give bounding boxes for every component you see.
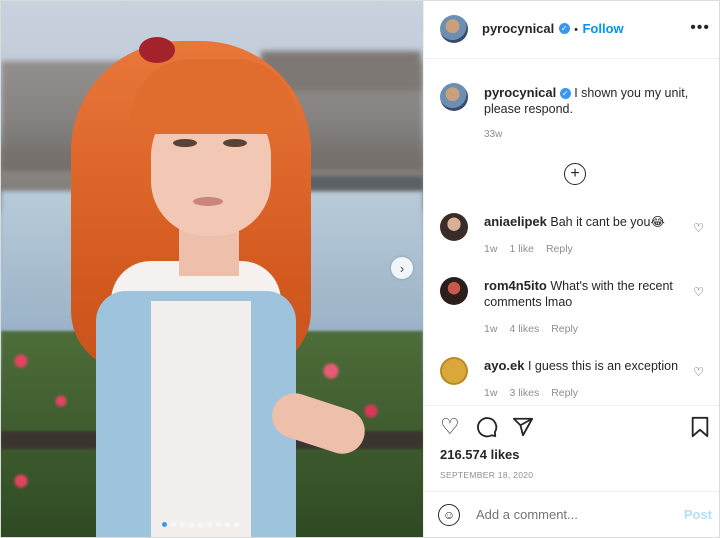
carousel-next-button[interactable]: ›	[391, 257, 413, 279]
verified-badge-icon: ✓	[558, 23, 570, 35]
photo-person-eye-left	[173, 139, 197, 147]
comment-button[interactable]	[476, 416, 498, 442]
commenter-avatar[interactable]	[440, 357, 468, 385]
like-button[interactable]: ♡	[440, 416, 460, 438]
comment-meta: 1w 1 like Reply	[484, 243, 573, 255]
carousel-dot	[207, 522, 212, 527]
more-options-icon: •••	[690, 19, 710, 36]
heart-icon: ♡	[693, 221, 704, 235]
carousel-dot	[225, 522, 230, 527]
add-comment-bar: ☺ Post	[424, 491, 719, 537]
commenter-avatar[interactable]	[440, 277, 468, 305]
comment-likes[interactable]: 3 likes	[509, 387, 539, 399]
post-comment-button[interactable]: Post	[684, 507, 712, 522]
comment-username[interactable]: rom4n5ito	[484, 278, 547, 293]
comment-meta: 1w 4 likes Reply	[484, 323, 578, 335]
photo-person-eye-right	[223, 139, 247, 147]
smiley-icon: ☺	[442, 508, 456, 522]
comment-likes[interactable]: 4 likes	[509, 323, 539, 335]
bookmark-icon	[691, 416, 709, 438]
comment-like-button[interactable]: ♡	[693, 221, 704, 235]
post-actions: ♡ 216.574 likes SEPTEMBER 18, 2020	[424, 405, 719, 480]
author-avatar[interactable]	[440, 15, 468, 43]
comment-reply-button[interactable]: Reply	[546, 243, 573, 255]
instagram-post: › pyrocynical ✓ • Follow ••• pyrocynical…	[0, 0, 720, 538]
heart-icon: ♡	[440, 414, 460, 439]
share-button[interactable]	[512, 416, 534, 442]
comment-time: 1w	[484, 323, 498, 335]
comment-body: I guess this is an exception	[527, 359, 679, 373]
heart-icon: ♡	[693, 365, 704, 379]
save-button[interactable]	[690, 416, 710, 442]
comment-like-button[interactable]: ♡	[693, 365, 704, 379]
comment-reply-button[interactable]: Reply	[551, 387, 578, 399]
comment-icon	[477, 417, 498, 438]
photo-person-hair-bow	[139, 37, 175, 63]
load-more-comments-button[interactable]: +	[564, 163, 586, 185]
comment-time: 1w	[484, 243, 498, 255]
comment-username[interactable]: aniaelipek	[484, 214, 547, 229]
carousel-dot	[180, 522, 185, 527]
post-date: SEPTEMBER 18, 2020	[440, 470, 534, 480]
comment-text: ayo.ek I guess this is an exception	[484, 358, 684, 374]
more-options-button[interactable]: •••	[690, 19, 710, 37]
carousel-dot	[162, 522, 167, 527]
carousel-dots	[162, 522, 239, 527]
heart-icon: ♡	[693, 285, 704, 299]
post-caption: pyrocynical ✓ I shown you my unit, pleas…	[484, 85, 704, 117]
caption-time: 33w	[484, 129, 503, 140]
carousel-dot	[189, 522, 194, 527]
carousel-dot	[171, 522, 176, 527]
chevron-right-icon: ›	[399, 260, 405, 276]
comment-time: 1w	[484, 387, 498, 399]
photo-person-shirt-front	[151, 301, 251, 537]
verified-badge-icon: ✓	[559, 88, 571, 100]
carousel-dot	[198, 522, 203, 527]
comment-username[interactable]: ayo.ek	[484, 358, 524, 373]
author-username[interactable]: pyrocynical	[482, 21, 554, 36]
commenter-avatar[interactable]	[440, 213, 468, 241]
add-comment-input[interactable]	[474, 506, 668, 523]
author-line: pyrocynical ✓ • Follow	[482, 20, 624, 38]
caption-author-avatar[interactable]	[440, 83, 468, 111]
carousel-dot	[216, 522, 221, 527]
post-side-panel: pyrocynical ✓ • Follow ••• pyrocynical ✓…	[423, 1, 719, 537]
emoji-button[interactable]: ☺	[438, 504, 460, 526]
photo-person-bangs	[131, 59, 296, 134]
comment-reply-button[interactable]: Reply	[551, 323, 578, 335]
comment-likes[interactable]: 1 like	[509, 243, 534, 255]
comment-meta: 1w 3 likes Reply	[484, 387, 578, 399]
post-header: pyrocynical ✓ • Follow •••	[424, 1, 719, 59]
comment-body: Bah it cant be you😂	[550, 215, 666, 229]
paper-plane-icon	[512, 417, 534, 437]
comment-text: rom4n5ito What's with the recent comment…	[484, 278, 684, 310]
comment-text: aniaelipek Bah it cant be you😂	[484, 214, 684, 230]
follow-button[interactable]: Follow	[582, 21, 623, 36]
comment-like-button[interactable]: ♡	[693, 285, 704, 299]
carousel-dot	[234, 522, 239, 527]
photo-person-lips	[193, 197, 223, 206]
post-photo[interactable]: ›	[1, 1, 423, 537]
plus-circle-icon: +	[570, 165, 580, 182]
header-separator: •	[574, 24, 579, 36]
caption-author-username[interactable]: pyrocynical	[484, 85, 556, 100]
likes-count[interactable]: 216.574 likes	[440, 447, 520, 462]
